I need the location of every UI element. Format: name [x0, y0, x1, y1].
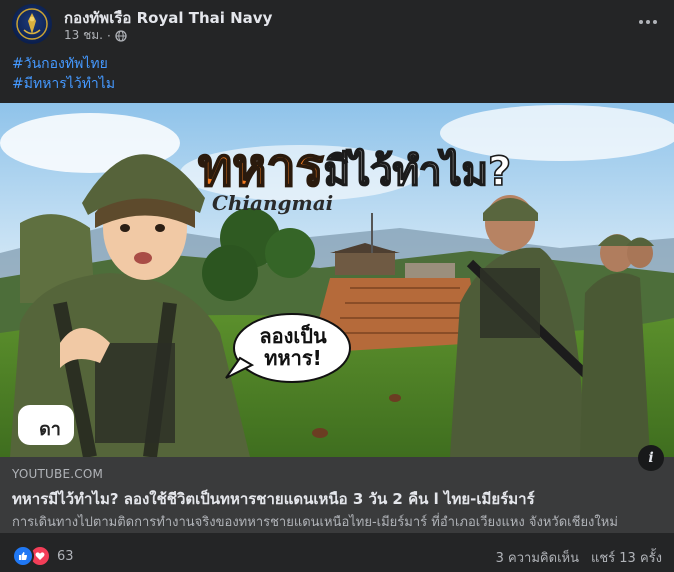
- reactions-summary[interactable]: 63: [12, 545, 74, 567]
- link-domain: YOUTUBE.COM: [12, 467, 104, 481]
- reaction-count: 63: [57, 548, 74, 564]
- hashtag-link[interactable]: #วันกองทัพไทย: [12, 54, 115, 74]
- like-reaction-icon: [12, 545, 34, 567]
- post-footer: 63 3 ความคิดเห็น แชร์ 13 ครั้ง: [12, 541, 662, 571]
- hashtag-link[interactable]: #มีทหารไว้ทำไม: [12, 74, 115, 94]
- page-avatar[interactable]: [12, 4, 52, 44]
- globe-icon[interactable]: [115, 29, 127, 42]
- channel-logo: ดา: [39, 419, 61, 440]
- more-options-button[interactable]: [634, 10, 662, 34]
- meta-separator: ·: [106, 28, 111, 43]
- video-thumbnail[interactable]: ทหารมีไว้ทำไม? Chiangmai ลองเป็น ทหาร! ด…: [0, 103, 674, 457]
- link-description: การเดินทางไปตามติดการทำงานจริงของทหารชาย…: [12, 515, 618, 530]
- headline-main: ทหาร: [197, 137, 325, 199]
- link-title[interactable]: ทหารมีไว้ทำไม? ลองใช้ชีวิตเป็นทหารชายแดน…: [12, 487, 535, 511]
- post-meta: 13 ชม. ·: [64, 26, 127, 45]
- speech-bubble: ลองเป็น ทหาร!: [236, 325, 350, 369]
- post-time[interactable]: 13 ชม.: [64, 26, 103, 45]
- link-preview-card[interactable]: i YOUTUBE.COM ทหารมีไว้ทำไม? ลองใช้ชีวิต…: [0, 445, 674, 533]
- comments-count[interactable]: 3 ความคิดเห็น: [496, 547, 579, 568]
- more-dot-icon: [646, 20, 650, 24]
- more-dot-icon: [639, 20, 643, 24]
- navy-emblem-icon: [16, 8, 48, 40]
- shares-count[interactable]: แชร์ 13 ครั้ง: [591, 547, 662, 568]
- headline-rest: มีไว้ทำไม?: [323, 148, 512, 196]
- location-label: Chiangmai: [212, 191, 334, 215]
- bubble-line-1: ลองเป็น: [259, 324, 327, 348]
- more-dot-icon: [653, 20, 657, 24]
- info-button[interactable]: i: [638, 445, 664, 471]
- post-hashtags: #วันกองทัพไทย #มีทหารไว้ทำไม: [12, 54, 115, 94]
- engagement-stats: 3 ความคิดเห็น แชร์ 13 ครั้ง: [496, 547, 662, 568]
- bubble-line-2: ทหาร!: [264, 346, 322, 370]
- post-header: กองทัพเรือ Royal Thai Navy 13 ชม. ·: [12, 4, 662, 44]
